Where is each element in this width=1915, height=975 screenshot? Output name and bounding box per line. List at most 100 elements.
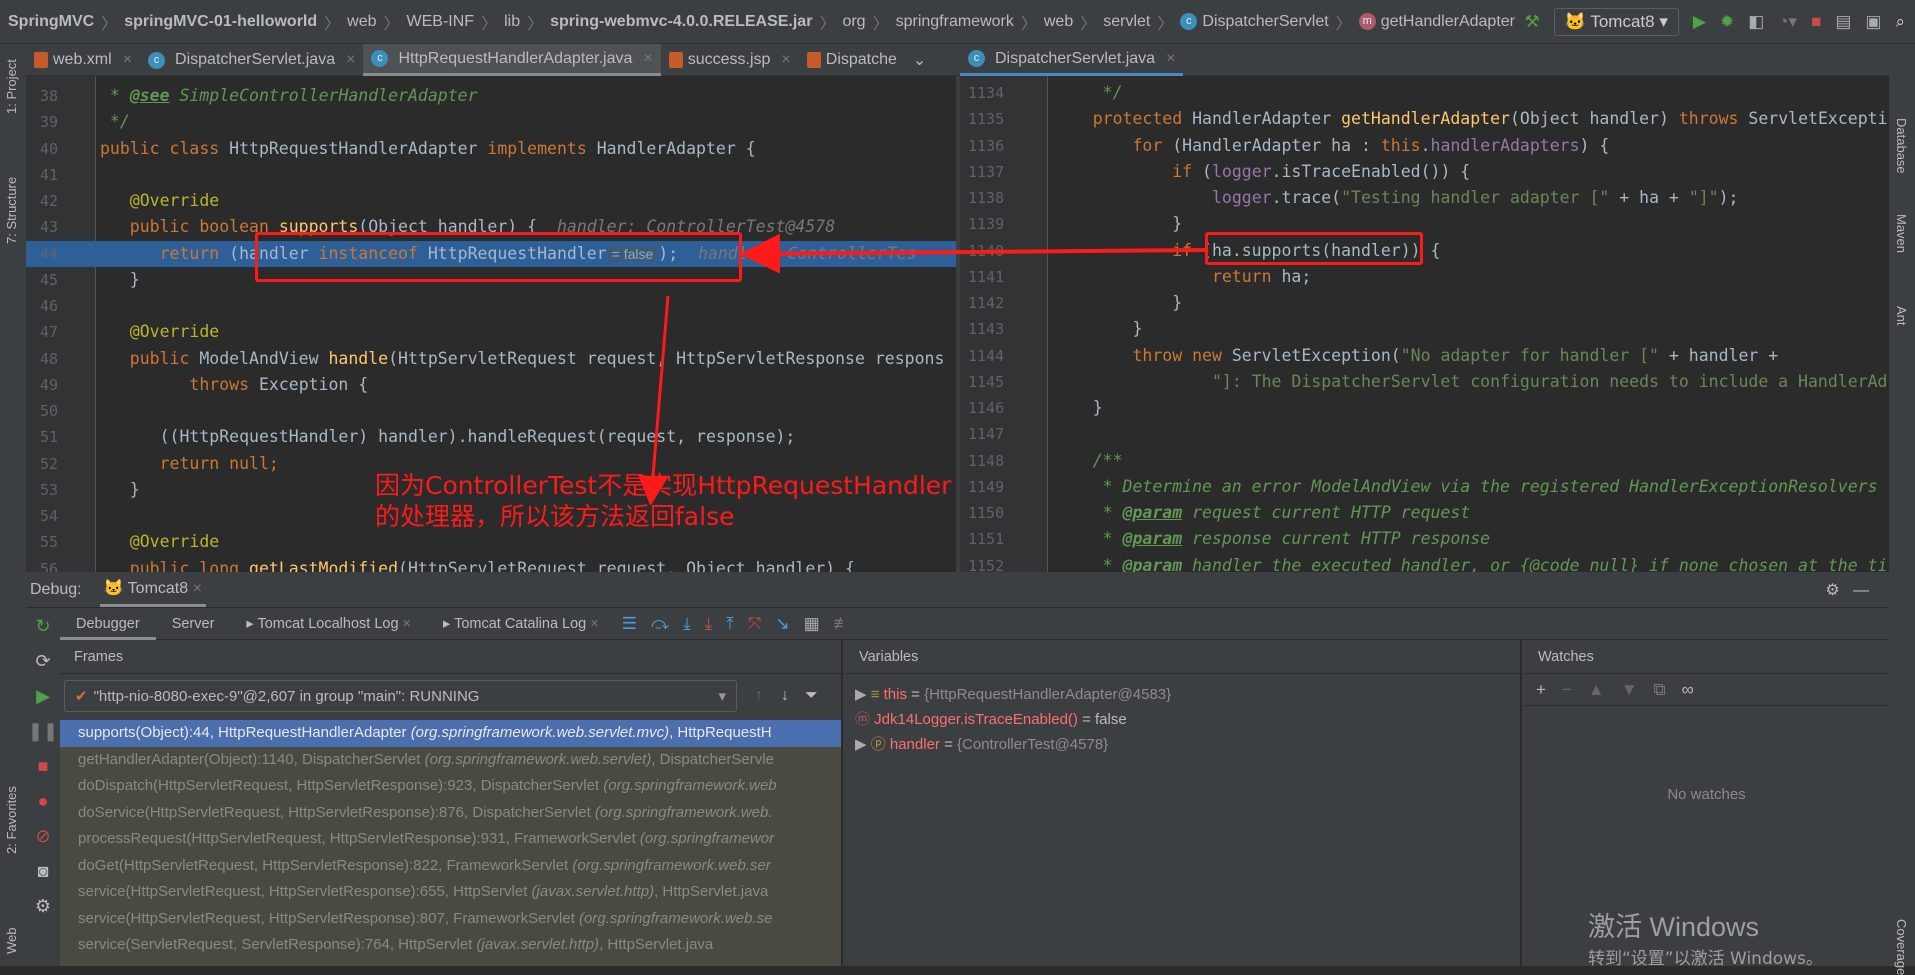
frame-row[interactable]: processRequest(HttpServletRequest, HttpS… [60,826,841,853]
close-icon[interactable]: × [1166,50,1175,68]
move-up-icon[interactable]: ▲ [1588,680,1605,700]
stop-icon[interactable]: ■ [1811,12,1821,32]
code-token: throw new [1053,346,1232,365]
tool-ant[interactable]: Ant [1894,306,1909,326]
add-watch-icon[interactable]: + [1536,680,1546,700]
trace-icon[interactable]: ≢ [834,614,851,634]
line-number: 1141 [968,264,1004,290]
editor-tab[interactable]: cHttpRequestHandlerAdapter.java× [363,44,660,76]
breadcrumb-item[interactable]: web [347,13,376,31]
breadcrumb-item[interactable]: servlet [1103,13,1150,31]
resume-icon[interactable]: ▶ [36,686,50,707]
breadcrumb-item[interactable]: WEB-INF [407,13,475,31]
step-over-icon[interactable]: ⤼ [651,614,669,634]
breadcrumb-item[interactable]: SpringMVC [8,13,94,31]
breadcrumb-item[interactable]: springframework [896,13,1014,31]
code-token: return [100,244,229,263]
settings-icon[interactable]: ⚙ — [1825,580,1869,600]
variable-row[interactable]: ▶ ≡ this = {HttpRequestHandlerAdapter@45… [845,682,1520,707]
coverage-icon[interactable]: ◧ [1748,12,1764,32]
step-into-icon[interactable]: ⤓ [683,614,691,634]
drop-frame-icon[interactable]: ⤧ [748,614,762,634]
breadcrumb-item[interactable]: web [1044,13,1073,31]
code-token: request current HTTP request [1182,503,1470,522]
tool-structure[interactable]: 7: Structure [4,177,19,244]
camera-icon[interactable]: ◙ [38,861,49,882]
breadcrumb-item[interactable]: springMVC-01-helloworld [124,13,317,31]
code-token: getHandlerAdapter [1341,109,1510,128]
variable-row[interactable]: ▶ ⓟ handler = {ControllerTest@4578} [845,732,1520,757]
tab-catalina-log[interactable]: ▸ Tomcat Catalina Log × [427,608,615,640]
search-icon[interactable]: ⌕ [1895,12,1905,32]
frame-row[interactable]: getHandlerAdapter(Object):1140, Dispatch… [60,747,841,774]
restart-icon[interactable]: ⟳ [35,651,50,672]
remove-watch-icon[interactable]: − [1562,680,1572,700]
mute-breakpoints-icon[interactable]: ⊘ [35,826,50,847]
frame-row[interactable]: service(HttpServletRequest, HttpServletR… [60,906,841,933]
close-icon[interactable]: × [346,51,355,69]
breadcrumb-item[interactable]: spring-webmvc-4.0.0.RELEASE.jar [550,13,812,31]
pause-icon[interactable]: ❚❚ [28,721,58,742]
debug-session-tab[interactable]: 🐱 Tomcat8 × [100,572,206,607]
frame-row[interactable]: doDispatch(HttpServletRequest, HttpServl… [60,773,841,800]
frame-row[interactable]: doService(HttpServletRequest, HttpServle… [60,800,841,827]
thread-select[interactable]: ✔ "http-nio-8080-exec-9"@2,607 in group … [64,680,737,712]
evaluate-icon[interactable]: ▦ [804,614,820,634]
tab-localhost-log[interactable]: ▸ Tomcat Localhost Log × [230,608,427,640]
step-out-icon[interactable]: ⤒ [726,614,734,634]
run-config-select[interactable]: 🐱 Tomcat8 ▾ [1554,8,1679,36]
code-token: ModelAndView [199,349,328,368]
tabs-overflow-chevron-icon[interactable]: ⌄ [905,44,934,76]
right-code-editor[interactable]: 1134 */1135 protected HandlerAdapter get… [960,76,1890,572]
tool-favorites[interactable]: 2: Favorites [4,786,19,854]
view-breakpoints-icon[interactable]: ● [38,791,49,812]
code-text: * @param request current HTTP request [1053,500,1470,526]
breadcrumb-item[interactable]: DispatcherServlet [1202,13,1328,31]
move-down-icon[interactable]: ▼ [1621,680,1638,700]
windows-activation-watermark: 激活 Windows 转到“设置”以激活 Windows。 [1588,905,1823,969]
frame-row[interactable]: doGet(HttpServletRequest, HttpServletRes… [60,853,841,880]
tool-database[interactable]: Database [1894,118,1909,174]
run-to-cursor-icon[interactable]: ↘ [775,614,789,634]
frame-row[interactable]: supports(Object):44, HttpRequestHandlerA… [60,720,841,747]
settings-icon[interactable]: ⚙ [35,896,51,917]
profile-icon[interactable]: ◔▾ [1778,12,1797,32]
tab-server[interactable]: Server [156,608,231,640]
filter-icon[interactable]: ⏷ [805,687,818,705]
breadcrumb-item[interactable]: lib [504,13,520,31]
run-icon[interactable]: ▶ [1693,12,1706,32]
rerun-icon[interactable]: ↻ [35,616,50,637]
close-icon[interactable]: × [643,50,652,68]
editor-tab[interactable]: Dispatche [799,44,905,76]
breadcrumb-separator-icon: 〉 [1080,10,1096,34]
arrow-down-icon[interactable]: ↓ [781,687,789,705]
editor-tab[interactable]: cDispatcherServlet.java× [960,44,1183,76]
frame-row[interactable]: service(ServletRequest, ServletResponse)… [60,932,841,959]
copy-icon[interactable]: ⧉ [1654,680,1666,700]
tool-coverage[interactable]: Coverage [1894,919,1909,975]
editor-tab[interactable]: web.xml× [26,44,140,76]
close-icon[interactable]: × [781,51,790,69]
expand-arrow-icon[interactable]: ▶ [855,736,871,753]
arrow-up-icon[interactable]: ↑ [755,687,763,705]
breadcrumb-item[interactable]: org [842,13,865,31]
stop-icon[interactable]: ■ [38,756,49,777]
tool-project[interactable]: 1: Project [4,59,19,114]
project-structure-icon[interactable]: ▤ [1835,12,1851,32]
close-icon[interactable]: × [123,51,132,69]
variable-row[interactable]: ⓜ Jdk14Logger.isTraceEnabled() = false [845,707,1520,732]
show-execution-point-icon[interactable]: ☰ [622,614,637,634]
frame-row[interactable]: service(HttpServletRequest, HttpServletR… [60,879,841,906]
terminal-icon[interactable]: ▣ [1865,12,1881,32]
tool-web[interactable]: Web [4,928,19,955]
breadcrumb-item[interactable]: getHandlerAdapter [1381,13,1515,31]
force-step-into-icon[interactable]: ⤓ [705,614,713,634]
glasses-icon[interactable]: ∞ [1682,680,1694,700]
editor-tab[interactable]: cDispatcherServlet.java× [140,44,363,76]
debug-icon[interactable]: ✹ [1720,12,1734,32]
tab-debugger[interactable]: Debugger [60,608,156,640]
editor-tab[interactable]: success.jsp× [661,44,799,76]
tool-maven[interactable]: Maven [1894,214,1909,253]
build-icon[interactable]: ⚒ [1525,12,1540,32]
expand-arrow-icon[interactable]: ▶ [855,686,871,703]
